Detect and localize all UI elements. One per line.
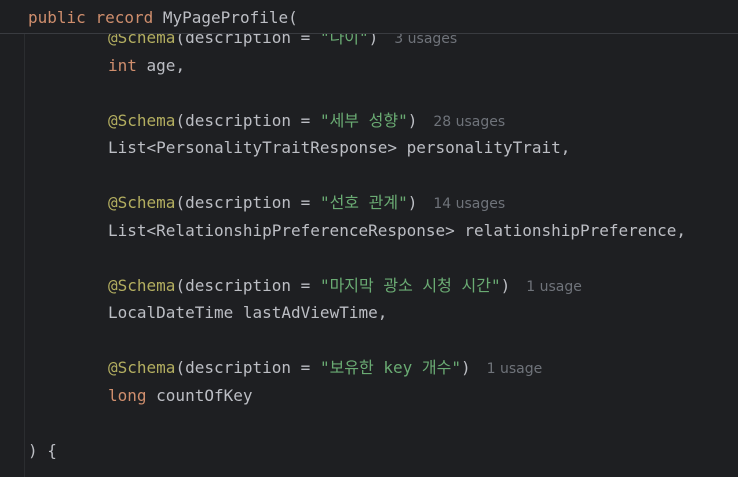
annotation-args: (description = <box>175 276 320 295</box>
field-name: age, <box>136 56 186 75</box>
annotation-close: ) <box>500 276 511 295</box>
indent-guide <box>24 0 25 477</box>
type-keyword: long <box>108 386 147 405</box>
annotation-close: ) <box>407 111 418 130</box>
field-name: countOfKey <box>146 386 253 405</box>
field-type: List<RelationshipPreferenceResponse> <box>108 221 455 240</box>
annotation: @Schema <box>108 358 176 377</box>
closing-brace: ) { <box>28 441 57 460</box>
annotation: @Schema <box>108 276 176 295</box>
annotation-close: ) <box>407 193 418 212</box>
usages-hint[interactable]: 1 usage <box>526 279 582 295</box>
annotation: @Schema <box>108 111 176 130</box>
annotation: @Schema <box>108 193 176 212</box>
annotation-line-personality[interactable]: @Schema(description = "세부 성향") 28 usages <box>28 110 505 132</box>
keyword-public: public <box>28 8 86 27</box>
description-string: "마지막 광소 시청 시간" <box>319 276 501 295</box>
annotation-line-relationship[interactable]: @Schema(description = "선호 관계") 14 usages <box>28 192 505 214</box>
field-line-relationship[interactable]: List<RelationshipPreferenceResponse> rel… <box>28 220 686 242</box>
field-type: List<PersonalityTraitResponse> <box>108 138 397 157</box>
usages-hint[interactable]: 28 usages <box>433 114 505 130</box>
field-name: relationshipPreference, <box>454 221 686 240</box>
field-type: LocalDateTime <box>108 303 234 322</box>
annotation-args: (description = <box>175 193 320 212</box>
sticky-scroll-header[interactable]: public record MyPageProfile( <box>0 0 738 34</box>
field-line-last-ad[interactable]: LocalDateTime lastAdViewTime, <box>28 302 387 324</box>
code-editor[interactable]: public record MyPageProfile( @Schema(des… <box>0 0 738 477</box>
annotation-line-count-of-key[interactable]: @Schema(description = "보유한 key 개수") 1 usa… <box>28 357 542 379</box>
description-string: "세부 성향" <box>319 111 408 130</box>
record-declaration-line[interactable]: public record MyPageProfile( <box>28 7 298 29</box>
description-string: "선호 관계" <box>319 193 408 212</box>
field-name: lastAdViewTime, <box>233 303 388 322</box>
field-line-count-of-key[interactable]: long countOfKey <box>28 385 253 407</box>
field-line-age[interactable]: int age, <box>28 55 185 77</box>
record-name: MyPageProfile( <box>162 8 298 27</box>
record-body-open-line[interactable]: ) { <box>28 440 57 462</box>
annotation-line-last-ad[interactable]: @Schema(description = "마지막 광소 시청 시간") 1 u… <box>28 275 582 297</box>
usages-hint[interactable]: 1 usage <box>487 361 543 377</box>
annotation-args: (description = <box>175 111 320 130</box>
description-string: "보유한 key 개수" <box>319 358 461 377</box>
field-line-personality[interactable]: List<PersonalityTraitResponse> personali… <box>28 137 570 159</box>
annotation-args: (description = <box>175 358 320 377</box>
annotation-close: ) <box>460 358 471 377</box>
usages-hint[interactable]: 14 usages <box>433 196 505 212</box>
field-name: personalityTrait, <box>396 138 571 157</box>
type-keyword: int <box>108 56 137 75</box>
keyword-record: record <box>95 8 154 27</box>
